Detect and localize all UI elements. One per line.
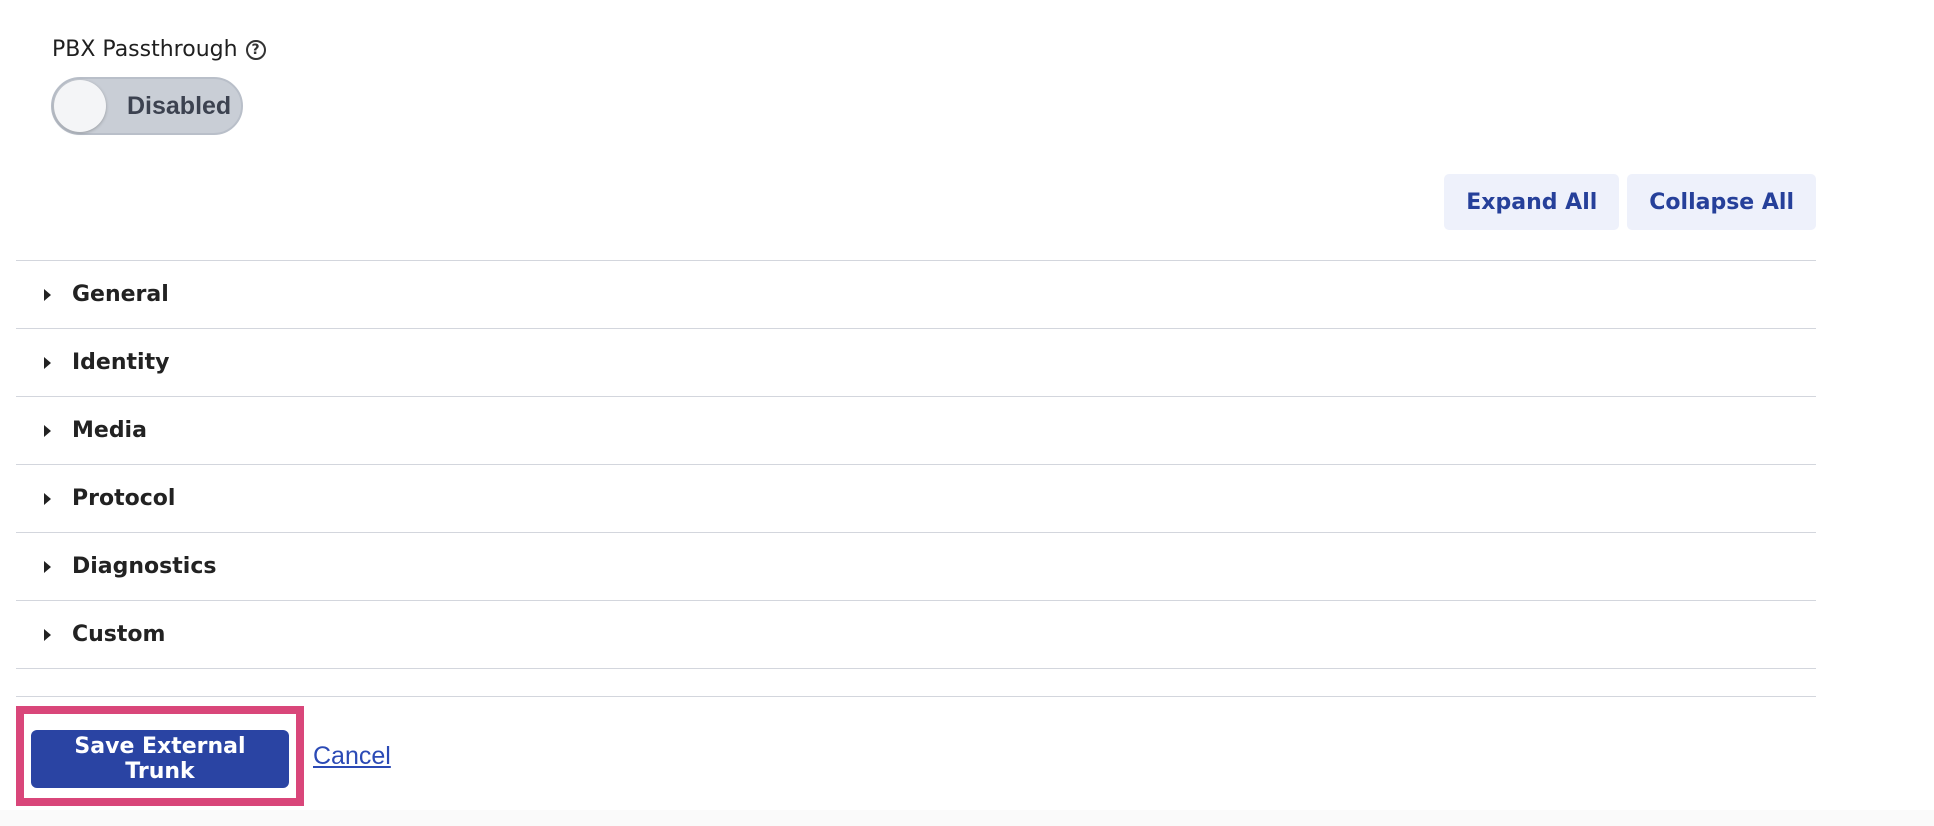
cancel-link[interactable]: Cancel [313, 742, 391, 771]
accordion-section-protocol[interactable]: Protocol [16, 465, 1816, 533]
caret-right-icon [44, 560, 51, 573]
expand-all-button[interactable]: Expand All [1444, 174, 1620, 230]
caret-right-icon [44, 492, 51, 505]
caret-right-icon [44, 628, 51, 641]
caret-right-icon [44, 424, 51, 437]
page: PBX Passthrough ? Disabled Expand All Co… [0, 0, 1934, 826]
bottom-edge [0, 810, 1934, 826]
pbx-passthrough-label: PBX Passthrough [52, 37, 238, 62]
accordion-section-general[interactable]: General [16, 261, 1816, 329]
pbx-passthrough-toggle[interactable]: Disabled [51, 77, 243, 135]
caret-right-icon [44, 288, 51, 301]
settings-accordion: General Identity Media Protocol Diagnost… [16, 260, 1816, 669]
caret-right-icon [44, 356, 51, 369]
section-title: Diagnostics [72, 554, 217, 579]
collapse-all-button[interactable]: Collapse All [1627, 174, 1816, 230]
question-circle-icon[interactable]: ? [245, 39, 266, 60]
accordion-section-identity[interactable]: Identity [16, 329, 1816, 397]
accordion-section-media[interactable]: Media [16, 397, 1816, 465]
section-title: Media [72, 418, 147, 443]
accordion-section-diagnostics[interactable]: Diagnostics [16, 533, 1816, 601]
toggle-knob [54, 80, 106, 132]
toggle-state-label: Disabled [127, 92, 232, 120]
footer-divider [16, 696, 1816, 697]
pbx-passthrough-field-label: PBX Passthrough ? [52, 37, 266, 62]
section-title: Identity [72, 350, 170, 375]
expand-collapse-controls: Expand All Collapse All [1444, 174, 1816, 230]
section-title: Custom [72, 622, 166, 647]
save-external-trunk-button[interactable]: Save External Trunk [31, 730, 289, 788]
section-title: Protocol [72, 486, 176, 511]
accordion-section-custom[interactable]: Custom [16, 601, 1816, 669]
section-title: General [72, 282, 169, 307]
